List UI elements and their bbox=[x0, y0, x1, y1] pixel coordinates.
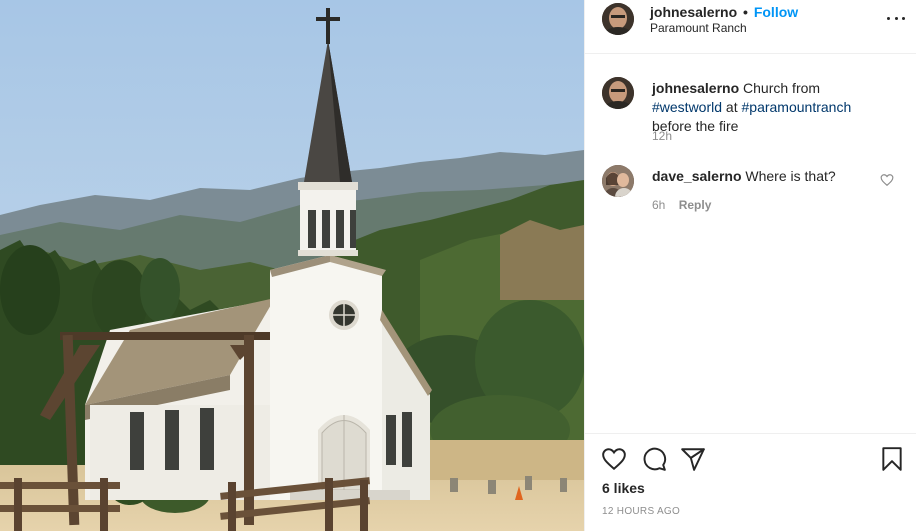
church-photo-illustration bbox=[0, 0, 584, 531]
caption-text-before: Church from bbox=[743, 80, 821, 96]
caption-text: johnesalerno Church from #westworld at #… bbox=[652, 79, 892, 136]
avatar[interactable] bbox=[602, 77, 634, 109]
comment-text: dave_salerno Where is that? bbox=[652, 167, 892, 186]
dot-icon bbox=[887, 16, 890, 20]
comment-username[interactable]: dave_salerno bbox=[652, 168, 742, 184]
instagram-post: johnesalerno • Follow Paramount Ranch jo… bbox=[0, 0, 916, 531]
post-header: johnesalerno • Follow Paramount Ranch bbox=[585, 0, 916, 54]
header-username[interactable]: johnesalerno bbox=[650, 4, 737, 20]
comment-body: Where is that? bbox=[745, 168, 836, 184]
heart-icon[interactable] bbox=[880, 173, 894, 187]
avatar-couple-icon bbox=[602, 165, 634, 197]
dot-icon bbox=[902, 16, 905, 20]
caption-age[interactable]: 12h bbox=[652, 129, 672, 143]
more-options-icon[interactable] bbox=[887, 12, 905, 24]
avatar-face-icon bbox=[602, 3, 634, 35]
likes-count[interactable]: 6 likes bbox=[602, 480, 645, 496]
heart-icon[interactable] bbox=[601, 446, 627, 472]
comment-icon[interactable] bbox=[641, 446, 667, 472]
separator-dot: • bbox=[743, 4, 748, 20]
comments-section: johnesalerno Church from #westworld at #… bbox=[585, 55, 916, 433]
caption-meta: 12h bbox=[652, 129, 672, 143]
comment-age[interactable]: 6h bbox=[652, 198, 665, 212]
caption-username[interactable]: johnesalerno bbox=[652, 80, 739, 96]
bookmark-icon[interactable] bbox=[879, 446, 905, 472]
caption-text-middle: at bbox=[725, 99, 738, 115]
post-photo[interactable] bbox=[0, 0, 584, 531]
header-user-line: johnesalerno • Follow bbox=[650, 4, 798, 20]
post-side-panel: johnesalerno • Follow Paramount Ranch jo… bbox=[584, 0, 916, 531]
dot-icon bbox=[894, 16, 898, 20]
avatar[interactable] bbox=[602, 165, 634, 197]
hashtag-link[interactable]: #westworld bbox=[652, 99, 722, 115]
comment-meta: 6h Reply bbox=[652, 198, 711, 212]
avatar-face-icon bbox=[602, 77, 634, 109]
reply-button[interactable]: Reply bbox=[679, 198, 712, 212]
post-timestamp[interactable]: 12 HOURS AGO bbox=[602, 506, 680, 517]
follow-button[interactable]: Follow bbox=[754, 4, 798, 20]
avatar[interactable] bbox=[602, 3, 634, 35]
location-link[interactable]: Paramount Ranch bbox=[650, 21, 747, 35]
paper-plane-icon[interactable] bbox=[680, 446, 706, 472]
hashtag-link[interactable]: #paramountranch bbox=[742, 99, 852, 115]
action-bar: 6 likes 12 HOURS AGO bbox=[585, 433, 916, 531]
